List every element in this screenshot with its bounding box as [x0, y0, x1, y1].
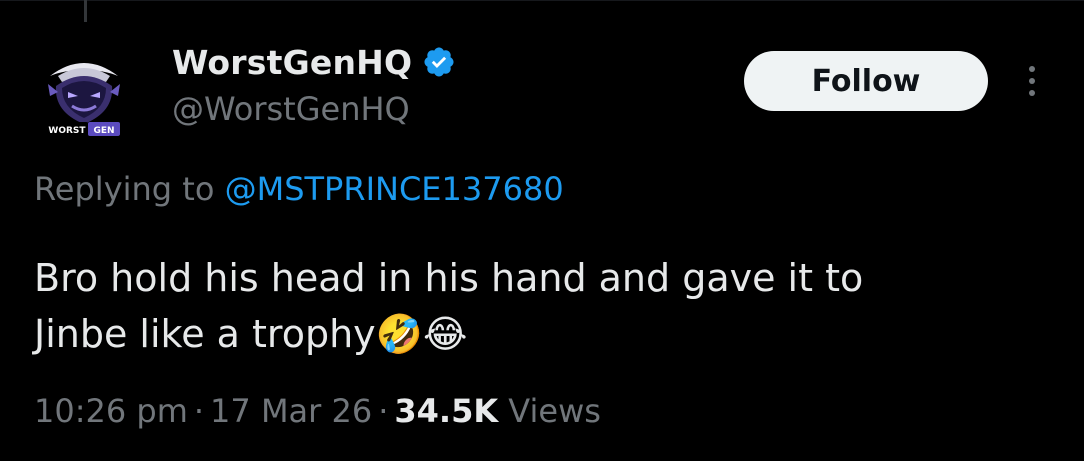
replying-to-prefix: Replying to: [34, 170, 225, 208]
meta-separator: ·: [193, 392, 205, 430]
replying-to-line: Replying to @MSTPRINCE137680: [34, 170, 564, 208]
tweet-text: Bro hold his head in his hand and gave i…: [34, 256, 864, 356]
reply-mention-link[interactable]: @MSTPRINCE137680: [225, 170, 564, 208]
author-block: WorstGenHQ @WorstGenHQ: [172, 40, 456, 128]
tweet-date[interactable]: 17 Mar 26: [210, 392, 372, 430]
tweet-meta: 10:26 pm · 17 Mar 26 · 34.5K Views: [34, 392, 601, 430]
views-label: Views: [498, 392, 601, 430]
more-vertical-icon: [1029, 66, 1035, 72]
follow-button[interactable]: Follow: [744, 51, 988, 111]
tweet-time[interactable]: 10:26 pm: [34, 392, 188, 430]
top-divider: [0, 0, 1084, 1]
worstgen-logo-icon: WORST GEN: [28, 36, 140, 148]
meta-separator: ·: [378, 392, 389, 430]
avatar-text: GEN: [93, 126, 114, 136]
display-name[interactable]: WorstGenHQ: [172, 43, 412, 82]
thread-connector-line: [84, 0, 87, 22]
more-options-button[interactable]: [1012, 58, 1052, 104]
verified-badge-icon: [422, 45, 456, 79]
avatar-text: WORST: [48, 126, 86, 136]
handle[interactable]: @WorstGenHQ: [172, 90, 456, 128]
views-count[interactable]: 34.5K: [394, 392, 498, 430]
more-vertical-icon: [1029, 90, 1035, 96]
avatar[interactable]: WORST GEN: [28, 36, 140, 148]
name-row: WorstGenHQ: [172, 40, 456, 84]
more-vertical-icon: [1029, 78, 1035, 84]
